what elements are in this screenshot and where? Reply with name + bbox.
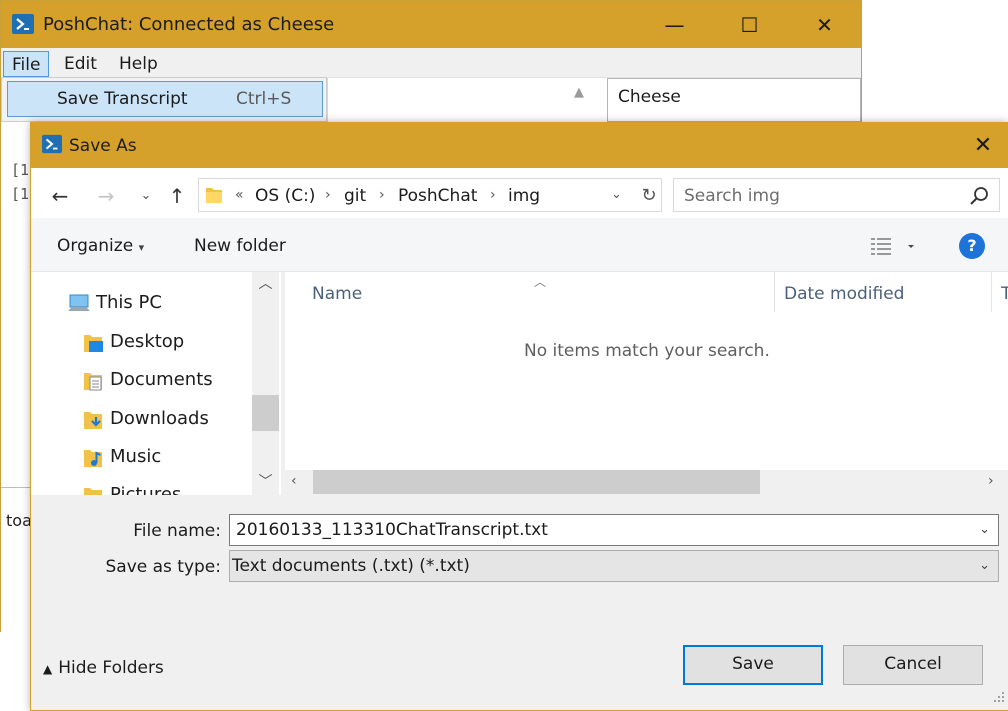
horizontal-scroll-thumb[interactable] [313,470,760,494]
nav-item-downloads[interactable]: Downloads [31,400,251,438]
nav-item-label: Desktop [110,331,185,352]
breadcrumb-separator-icon[interactable]: › [379,187,385,203]
nav-item-music[interactable]: Music [31,438,251,476]
documents-folder-icon [83,370,105,392]
back-arrow-icon[interactable]: ← [47,183,73,209]
breadcrumb-overflow[interactable]: « [235,187,244,203]
dialog-title: Save As [69,136,137,156]
menu-edit[interactable]: Edit [56,51,105,77]
chat-input-text: toa [6,511,32,530]
nav-item-pictures[interactable]: Pictures [31,476,251,495]
navigation-pane[interactable]: This PC Desktop Documents Downloads Musi… [31,272,281,495]
computer-icon [67,293,90,315]
save-transcript-shortcut: Ctrl+S [236,89,292,109]
nav-pane-scroll-thumb[interactable] [252,395,279,431]
column-divider[interactable] [991,272,992,312]
scroll-up-icon[interactable]: ︿ [252,273,279,297]
pictures-folder-icon [83,485,105,495]
chat-window-title: PoshChat: Connected as Cheese [43,14,335,35]
hide-folders-button[interactable]: ▲ Hide Folders [43,658,164,678]
save-as-type-select[interactable]: Text documents (.txt) (*.txt) ⌄ [229,550,999,582]
empty-list-message: No items match your search. [524,341,770,361]
file-name-label: File name: [133,521,221,541]
chat-log-line: [1 [11,185,30,203]
nav-item-this-pc[interactable]: This PC [31,284,251,322]
nav-item-label: Music [110,446,162,467]
nav-item-label: Downloads [110,408,209,429]
maximize-icon[interactable]: ☐ [712,1,787,48]
search-input[interactable]: Search img [684,186,780,206]
dialog-titlebar[interactable] [31,123,1008,168]
nav-item-documents[interactable]: Documents [31,361,251,399]
resize-grip-icon[interactable] [991,689,1005,703]
breadcrumb-item[interactable]: img [508,186,540,206]
breadcrumb-separator-icon[interactable]: › [490,187,496,203]
chat-log-line: [1 [11,161,30,179]
scroll-right-icon[interactable]: › [988,473,994,489]
powershell-icon [41,134,63,154]
save-as-type-label: Save as type: [105,557,221,577]
new-folder-button[interactable]: New folder [194,236,286,256]
chevron-down-icon[interactable]: ⌄ [979,522,990,537]
scroll-left-icon[interactable]: ‹ [291,473,297,489]
scroll-down-icon[interactable]: ﹀ [252,471,279,493]
column-header-date-modified[interactable]: Date modified [784,284,904,304]
file-list-pane[interactable]: ︿ Name Date modified T No items match yo… [285,272,1008,495]
breadcrumb-separator-icon[interactable]: › [325,187,331,203]
column-divider[interactable] [774,272,775,312]
dialog-toolbar [31,218,1008,272]
nav-item-desktop[interactable]: Desktop [31,323,251,361]
organize-caret-icon: ▾ [138,241,145,254]
nav-item-label: Documents [110,369,213,390]
menu-file[interactable]: File [3,51,50,77]
file-name-combobox[interactable]: 20160133_113310ChatTranscript.txt ⌄ [229,514,999,546]
save-button[interactable]: Save [683,645,823,685]
user-list-item[interactable]: Cheese [618,87,681,107]
organize-button[interactable]: Organize ▾ [57,236,144,256]
minimize-icon[interactable]: — [637,1,712,48]
save-transcript-menu-item[interactable]: Save Transcript Ctrl+S [7,81,323,117]
menu-help[interactable]: Help [111,51,166,77]
file-list-horizontal-scrollbar[interactable]: ‹ › [285,470,1008,495]
address-bar[interactable]: « OS (C:) › git › PoshChat › img ⌄ ↻ [198,178,662,212]
address-dropdown-icon[interactable]: ⌄ [611,187,622,202]
chevron-down-icon[interactable]: ⌄ [979,558,990,573]
sort-ascending-icon: ︿ [534,275,547,289]
file-menu-dropdown: Save Transcript Ctrl+S [1,77,327,122]
chat-input-area[interactable] [1,487,33,633]
column-header-name[interactable]: Name [312,284,362,304]
save-as-type-value: Text documents (.txt) (*.txt) [232,556,470,576]
music-folder-icon [83,447,105,469]
forward-arrow-icon[interactable]: → [93,183,119,209]
chevron-up-icon: ▲ [43,662,53,676]
column-header-type[interactable]: T [1001,284,1008,304]
recent-locations-chevron-icon[interactable]: ⌄ [133,183,159,209]
hide-folders-label: Hide Folders [58,658,164,678]
breadcrumb-item[interactable]: git [344,186,366,206]
nav-pane-scrollbar[interactable] [252,272,279,495]
up-arrow-icon[interactable]: ↑ [164,183,190,209]
folder-icon [205,185,223,205]
close-icon[interactable]: ✕ [787,1,862,48]
breadcrumb-item[interactable]: OS (C:) [255,186,315,206]
refresh-icon[interactable]: ↻ [637,185,661,209]
chat-scroll-up-icon[interactable]: ▲ [567,81,591,105]
file-name-input[interactable]: 20160133_113310ChatTranscript.txt [236,520,548,540]
close-icon[interactable]: ✕ [968,131,998,161]
nav-item-label: Pictures [110,484,182,495]
organize-label: Organize [57,236,134,256]
save-transcript-label: Save Transcript [57,89,188,109]
save-as-dialog: Save As ✕ ← → ⌄ ↑ « OS (C:) › git › Posh… [30,122,1008,711]
powershell-icon [11,13,35,35]
nav-item-label: This PC [96,292,162,313]
chat-log[interactable] [327,78,597,122]
desktop-folder-icon [83,332,105,354]
change-view-button[interactable] [869,234,919,260]
downloads-folder-icon [83,409,105,431]
search-icon[interactable] [969,185,991,207]
help-icon[interactable]: ? [959,233,985,259]
cancel-button[interactable]: Cancel [843,645,983,685]
breadcrumb-item[interactable]: PoshChat [398,186,477,206]
search-box[interactable]: Search img [673,178,1000,212]
